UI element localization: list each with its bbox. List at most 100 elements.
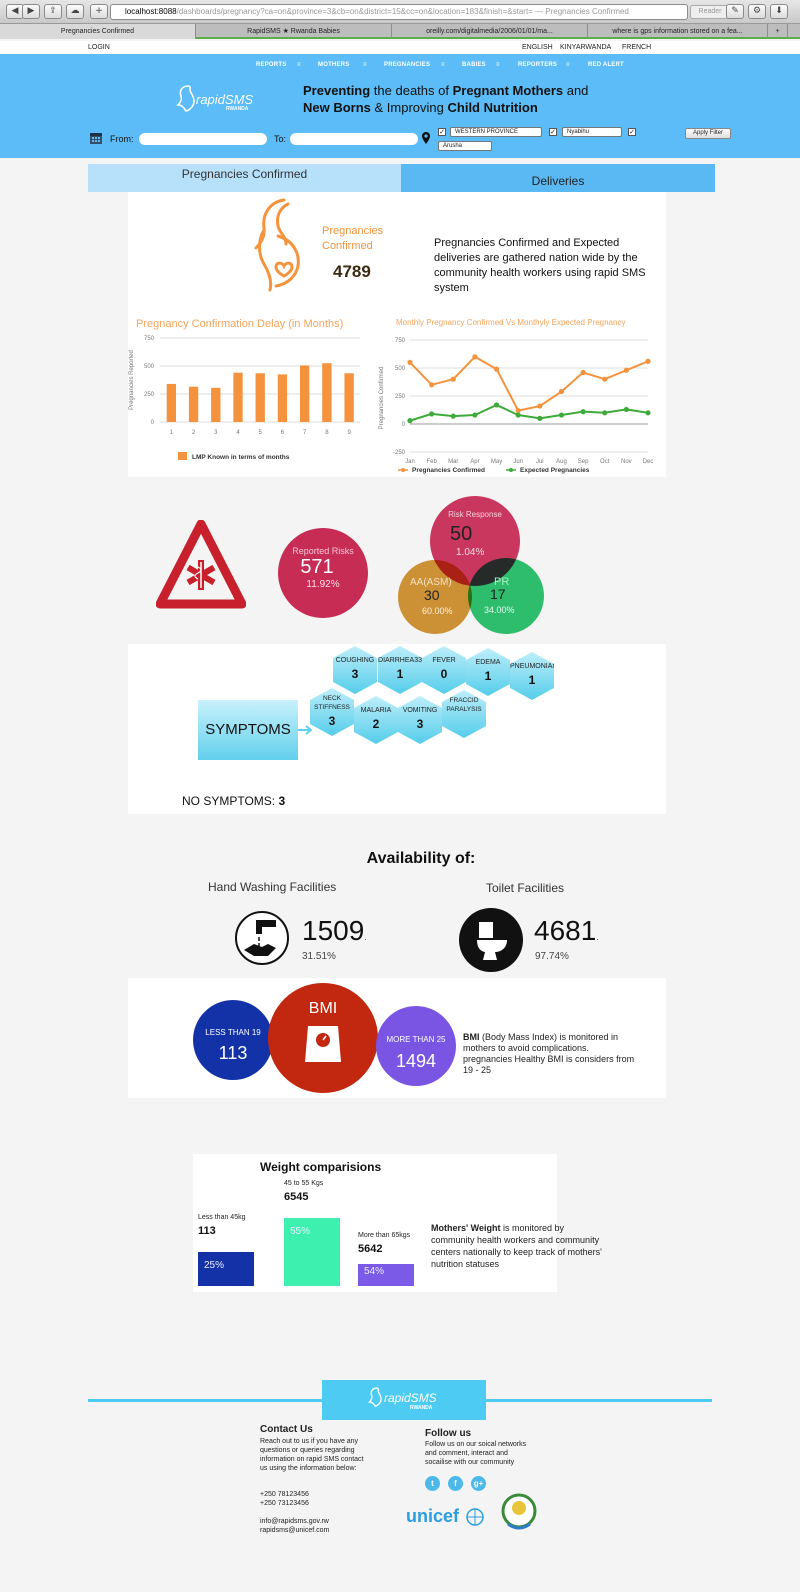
line-chart-point <box>645 358 651 364</box>
url-bar[interactable]: localhost:8088/dashboards/pregnancy?ca=o… <box>110 4 688 20</box>
google-plus-icon[interactable]: g+ <box>471 1476 486 1491</box>
line-chart-point <box>558 388 565 395</box>
to-date-input[interactable] <box>290 133 418 145</box>
bar-chart-legend-swatch <box>178 452 187 460</box>
forward-icon[interactable]: ▶ <box>22 4 40 19</box>
facebook-icon[interactable]: f <box>448 1476 463 1491</box>
weight-bar-value: 6545 <box>284 1191 309 1203</box>
new-tab-icon[interactable]: + <box>90 4 108 19</box>
login-link[interactable]: LOGIN <box>88 41 110 54</box>
contact-email-1[interactable]: info@rapidsms.gov.rw <box>260 1517 329 1526</box>
summary-description: Pregnancies Confirmed and Expected deliv… <box>434 237 646 294</box>
district-select[interactable]: Nyabihu <box>562 127 622 137</box>
line-chart-point <box>558 412 565 418</box>
settings-icon[interactable]: ⚙ <box>748 4 766 19</box>
lang-french[interactable]: FRENCH <box>622 41 651 54</box>
lang-english[interactable]: ENGLISH <box>522 41 553 54</box>
calendar-icon[interactable] <box>89 131 103 145</box>
footer-logo[interactable]: rapidSMS RWANDA <box>322 1380 486 1420</box>
nav-mothers[interactable]: MOTHERS <box>318 62 349 68</box>
extension-icon[interactable]: ✎ <box>726 4 744 19</box>
line-chart-legend-label: Expected Pregnancies <box>520 467 590 474</box>
line-chart-legend-marker <box>401 468 405 472</box>
nav-reports[interactable]: REPORTS <box>256 62 286 68</box>
weight-bar: 25% <box>198 1252 254 1286</box>
browser-tab[interactable]: oreilly.com/digitalmedia/2006/01/01/ma..… <box>392 24 588 39</box>
location-pin-icon[interactable] <box>421 131 431 145</box>
browser-tab[interactable]: where is gps information stored on a fea… <box>588 24 768 39</box>
to-label: To: <box>274 134 287 144</box>
bar-chart-ytick: 750 <box>144 336 155 342</box>
line-chart-point <box>493 402 500 408</box>
line-chart-point <box>450 413 456 419</box>
weight-desc-bold: Mothers' Weight <box>431 1223 501 1233</box>
province-select[interactable]: WESTERN PROVINCE <box>450 127 542 137</box>
bmi-desc-bold: BMI <box>463 1032 480 1042</box>
bar-chart-title: Pregnancy Confirmation Delay (in Months) <box>136 318 344 330</box>
weight-bar-label: Less than 45kg <box>198 1214 246 1221</box>
line-chart: -250 0 250 500 750 Jan Feb Mar Apr May Jun Jul Aug Se… <box>379 338 653 474</box>
site-logo[interactable]: rapidSMS RWANDA <box>176 84 256 120</box>
top-bar: LOGIN ENGLISH KINYARWANDA FRENCH <box>0 41 800 54</box>
risk-response-pct: 1.04% <box>456 547 485 558</box>
pregnancies-confirmed-count: 4789 <box>333 262 371 281</box>
symptom-name: VOMITING <box>402 707 438 714</box>
site-header: REPORTS ≡ MOTHERS ≡ PREGNANCIES ≡ BABIES… <box>0 54 800 158</box>
url-host: localhost:8088 <box>125 7 177 16</box>
bmi-circle: BMI <box>268 983 378 1093</box>
province-checkbox[interactable]: ✓ <box>438 128 446 136</box>
twitter-icon[interactable]: t <box>425 1476 440 1491</box>
line-chart-xtick: Mar <box>448 459 458 465</box>
lang-kinyarwanda[interactable]: KINYARWANDA <box>560 41 611 54</box>
from-date-input[interactable] <box>139 133 267 145</box>
bmi-more-than-25-circle: MORE THAN 25 1494 <box>376 1006 456 1086</box>
tagline-part: Child Nutrition <box>447 100 538 115</box>
toilet-count: 4681 <box>534 915 597 946</box>
symptom-name: COUGHING <box>335 657 375 664</box>
line-chart-title: Monthly Pregnancy Confirmed Vs Monthyly … <box>396 318 626 327</box>
symptom-hex: MALARIA 2 <box>354 696 398 744</box>
browser-tab[interactable]: Pregnancies Confirmed <box>0 24 196 39</box>
line-chart-point <box>537 403 543 409</box>
location-checkbox[interactable]: ✓ <box>628 128 636 136</box>
unicef-globe-icon <box>466 1508 484 1526</box>
line-chart-legend-marker <box>509 468 513 472</box>
symptom-hex: NECK STIFFNESS 3 <box>310 688 354 736</box>
weight-bar: 55% <box>284 1218 340 1286</box>
nav-babies[interactable]: BABIES <box>462 62 486 68</box>
download-icon[interactable]: ⬇ <box>770 4 788 19</box>
hand-washing-count: 1509 <box>302 915 365 946</box>
pr-pct: 34.00% <box>484 605 515 615</box>
new-tab-button[interactable]: + <box>768 24 788 39</box>
bar-chart-ytick: 250 <box>144 392 155 398</box>
tab-pregnancies-confirmed[interactable]: Pregnancies Confirmed <box>88 164 401 192</box>
share-icon[interactable]: ⇪ <box>44 4 62 19</box>
browser-tab[interactable]: RapidSMS ★ Rwanda Babies <box>196 24 392 39</box>
unicef-logo: unicef <box>406 1506 460 1526</box>
line-chart-point <box>407 418 413 424</box>
weight-bar-label: 45 to 55 Kgs <box>284 1180 324 1187</box>
reader-button[interactable]: Reader <box>690 5 730 19</box>
symptom-name: EDEMA <box>475 659 501 666</box>
bar-chart-xtick: 5 <box>259 430 263 436</box>
district-checkbox[interactable]: ✓ <box>549 128 557 136</box>
nav-pregnancies[interactable]: PREGNANCIES <box>384 62 430 68</box>
mother-logo-icon <box>176 85 195 112</box>
nav-red-alert[interactable]: RED ALERT <box>588 62 624 68</box>
no-symptoms-label: NO SYMPTOMS: <box>182 794 276 808</box>
tagline-part: Pregnant Mothers <box>452 83 564 98</box>
hand-washing-icon <box>235 911 289 965</box>
weight-bar-value: 5642 <box>358 1243 383 1255</box>
nav-reporters[interactable]: REPORTERS <box>518 62 557 68</box>
reported-risks-circle: Reported Risks 571 11.92% <box>278 528 368 618</box>
location-select[interactable]: Arusha <box>438 141 492 151</box>
apply-filter-button[interactable]: Apply Filter <box>685 128 731 139</box>
aa-asm-value: 30 <box>424 587 440 603</box>
cloud-icon[interactable]: ☁ <box>66 4 84 19</box>
tab-deliveries[interactable]: Deliveries <box>401 164 715 192</box>
contact-email-2[interactable]: rapidsms@unicef.com <box>260 1526 329 1535</box>
contact-phone-1: +250 78123456 <box>260 1491 309 1498</box>
symptom-name: MALARIA <box>360 707 392 714</box>
bmi-less-label: LESS THAN 19 <box>205 1028 261 1037</box>
hand-washing-value: 1509. <box>302 915 367 947</box>
